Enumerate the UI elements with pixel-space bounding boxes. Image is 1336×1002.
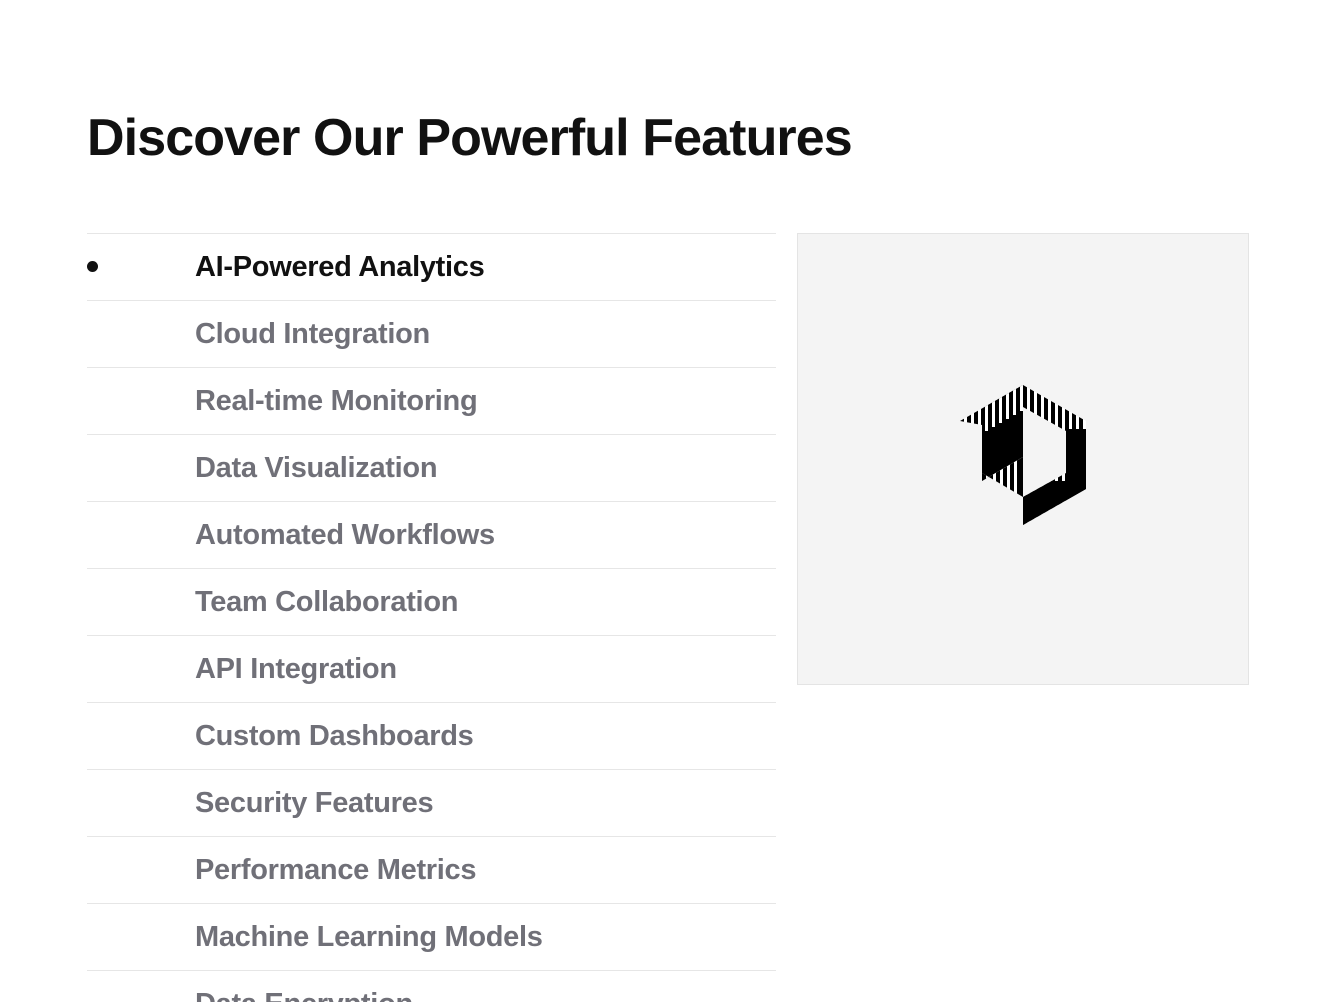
feature-label: API Integration bbox=[195, 653, 397, 685]
feature-label: Data Visualization bbox=[195, 452, 438, 484]
feature-label: Automated Workflows bbox=[195, 519, 495, 551]
feature-label: Cloud Integration bbox=[195, 318, 430, 350]
feature-item-custom-dashboards[interactable]: Custom Dashboards bbox=[87, 702, 776, 769]
feature-label: Data Encryption bbox=[195, 971, 413, 1002]
active-bullet-icon bbox=[87, 261, 98, 272]
feature-label: Custom Dashboards bbox=[195, 720, 474, 752]
feature-item-cloud-integration[interactable]: Cloud Integration bbox=[87, 300, 776, 367]
feature-label: Team Collaboration bbox=[195, 586, 459, 618]
feature-item-team-collaboration[interactable]: Team Collaboration bbox=[87, 568, 776, 635]
feature-label: Machine Learning Models bbox=[195, 921, 543, 953]
striped-hexagon-logo-icon bbox=[960, 385, 1086, 525]
page-title: Discover Our Powerful Features bbox=[87, 109, 853, 167]
feature-item-api-integration[interactable]: API Integration bbox=[87, 635, 776, 702]
feature-label: Security Features bbox=[195, 787, 434, 819]
feature-item-automated-workflows[interactable]: Automated Workflows bbox=[87, 501, 776, 568]
feature-item-security-features[interactable]: Security Features bbox=[87, 769, 776, 836]
feature-label: AI-Powered Analytics bbox=[195, 251, 485, 283]
feature-label: Performance Metrics bbox=[195, 854, 477, 886]
feature-item-data-visualization[interactable]: Data Visualization bbox=[87, 434, 776, 501]
feature-item-data-encryption[interactable]: Data Encryption bbox=[87, 970, 776, 1002]
feature-item-ai-powered-analytics[interactable]: AI-Powered Analytics bbox=[87, 233, 776, 300]
feature-item-machine-learning-models[interactable]: Machine Learning Models bbox=[87, 903, 776, 970]
feature-label: Real-time Monitoring bbox=[195, 385, 478, 417]
feature-preview-panel bbox=[797, 233, 1249, 685]
feature-list: AI-Powered Analytics Cloud Integration R… bbox=[87, 233, 776, 1002]
feature-item-performance-metrics[interactable]: Performance Metrics bbox=[87, 836, 776, 903]
features-page: Discover Our Powerful Features AI-Powere… bbox=[0, 0, 1336, 1002]
feature-item-real-time-monitoring[interactable]: Real-time Monitoring bbox=[87, 367, 776, 434]
